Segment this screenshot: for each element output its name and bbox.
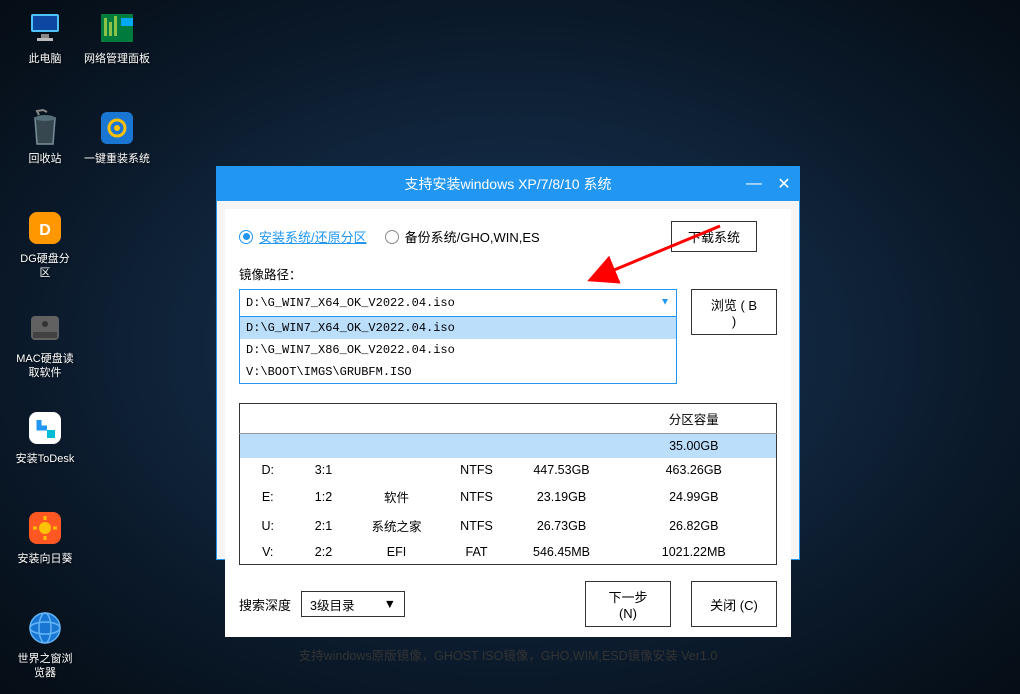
bottom-row: 搜索深度 3级目录 ▼ 下一步 (N) 关闭 (C) <box>239 581 777 627</box>
sunflower-icon <box>25 508 65 548</box>
image-path-combo[interactable]: D:\G_WIN7_X64_OK_V2022.04.iso ▼ <box>239 289 677 317</box>
desktop-icon-dg[interactable]: D DG硬盘分区 <box>15 208 75 280</box>
desktop-icon-thispc[interactable]: 此电脑 <box>15 8 75 66</box>
dropdown-option[interactable]: V:\BOOT\IMGS\GRUBFM.ISO <box>240 361 676 383</box>
download-system-button[interactable]: 下载系统 <box>671 221 757 252</box>
footer-text: 支持windows原版镜像，GHOST ISO镜像，GHO,WIM,ESD镜像安… <box>217 637 799 670</box>
close-dialog-button[interactable]: 关闭 (C) <box>691 581 777 627</box>
gear-icon <box>97 108 137 148</box>
minimize-button[interactable]: — <box>745 175 763 193</box>
titlebar-controls: — ✕ <box>745 167 793 201</box>
table-row[interactable]: 35.00GB <box>240 434 777 459</box>
desktop-icon-sunflower[interactable]: 安装向日葵 <box>15 508 75 566</box>
close-button[interactable]: ✕ <box>775 174 793 194</box>
col-partition-size: 分区容量 <box>612 404 777 434</box>
disk-icon <box>25 308 65 348</box>
desktop-icon-recycle[interactable]: 回收站 <box>15 108 75 166</box>
dg-icon: D <box>25 208 65 248</box>
chevron-down-icon: ▼ <box>384 597 396 611</box>
table-row[interactable]: V: 2:2 EFI FAT 546.45MB 1021.22MB <box>240 540 777 565</box>
desktop-icon-mac[interactable]: MAC硬盘读取软件 <box>15 308 75 380</box>
trash-icon <box>25 108 65 148</box>
table-row[interactable]: D: 3:1 NTFS 447.53GB 463.26GB <box>240 458 777 482</box>
radio-dot-icon <box>239 230 253 244</box>
dialog-body: 安装系统/还原分区 备份系统/GHO,WIN,ES 下载系统 镜像路径： D:\… <box>225 209 791 637</box>
browse-button[interactable]: 浏览 ( B ) <box>691 289 777 335</box>
netpanel-icon <box>97 8 137 48</box>
combo-wrapper: D:\G_WIN7_X64_OK_V2022.04.iso ▼ D:\G_WIN… <box>239 289 677 317</box>
image-path-dropdown: D:\G_WIN7_X64_OK_V2022.04.iso D:\G_WIN7_… <box>239 317 677 384</box>
globe-icon <box>25 608 65 648</box>
radio-dot-icon <box>385 230 399 244</box>
table-row[interactable]: E: 1:2 软件 NTFS 23.19GB 24.99GB <box>240 482 777 511</box>
desktop-icon-todesk[interactable]: 安装ToDesk <box>15 408 75 466</box>
partition-table: 分区容量 35.00GB D: 3:1 NTFS 447.53GB 463.26… <box>239 403 777 565</box>
todesk-icon <box>25 408 65 448</box>
radio-backup[interactable]: 备份系统/GHO,WIN,ES <box>385 227 540 246</box>
desktop-icon-netpanel[interactable]: 网络管理面板 <box>84 8 150 66</box>
svg-text:D: D <box>39 222 51 239</box>
install-dialog: 支持安装windows XP/7/8/10 系统 — ✕ 安装系统/还原分区 备… <box>216 166 800 560</box>
radio-install-restore[interactable]: 安装系统/还原分区 <box>239 227 367 246</box>
monitor-icon <box>25 8 65 48</box>
path-row: D:\G_WIN7_X64_OK_V2022.04.iso ▼ D:\G_WIN… <box>239 289 777 335</box>
path-label: 镜像路径： <box>239 264 777 283</box>
table-row[interactable]: U: 2:1 系统之家 NTFS 26.73GB 26.82GB <box>240 511 777 540</box>
desktop-icon-reinstall[interactable]: 一键重装系统 <box>84 108 150 166</box>
depth-label: 搜索深度 <box>239 595 291 614</box>
mode-radio-row: 安装系统/还原分区 备份系统/GHO,WIN,ES 下载系统 <box>239 221 777 252</box>
search-depth-select[interactable]: 3级目录 ▼ <box>301 591 405 617</box>
dropdown-option[interactable]: D:\G_WIN7_X86_OK_V2022.04.iso <box>240 339 676 361</box>
titlebar[interactable]: 支持安装windows XP/7/8/10 系统 — ✕ <box>217 167 799 201</box>
next-button[interactable]: 下一步 (N) <box>585 581 671 627</box>
window-title: 支持安装windows XP/7/8/10 系统 <box>405 174 612 194</box>
chevron-down-icon: ▼ <box>662 298 668 309</box>
desktop-icon-browser[interactable]: 世界之窗浏览器 <box>15 608 75 680</box>
dropdown-option[interactable]: D:\G_WIN7_X64_OK_V2022.04.iso <box>240 317 676 339</box>
